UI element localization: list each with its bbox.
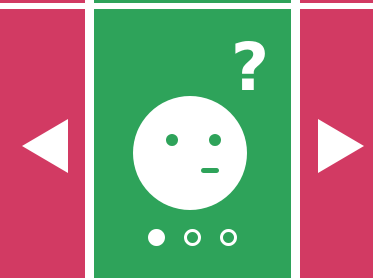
top-strip-right xyxy=(300,0,373,3)
triangle-right-icon xyxy=(318,119,364,173)
top-strip-left xyxy=(0,0,85,3)
confused-face-icon xyxy=(133,96,247,210)
pagination-dot-3[interactable] xyxy=(220,229,237,246)
question-mark-icon: ? xyxy=(230,29,270,106)
pagination-dot-2[interactable] xyxy=(184,229,201,246)
pagination-dot-1[interactable] xyxy=(148,229,165,246)
face-eye-left xyxy=(166,134,178,146)
top-strip-center xyxy=(94,0,291,3)
face-mouth xyxy=(201,168,219,173)
face-eye-right xyxy=(209,134,221,146)
triangle-left-icon xyxy=(22,119,68,173)
